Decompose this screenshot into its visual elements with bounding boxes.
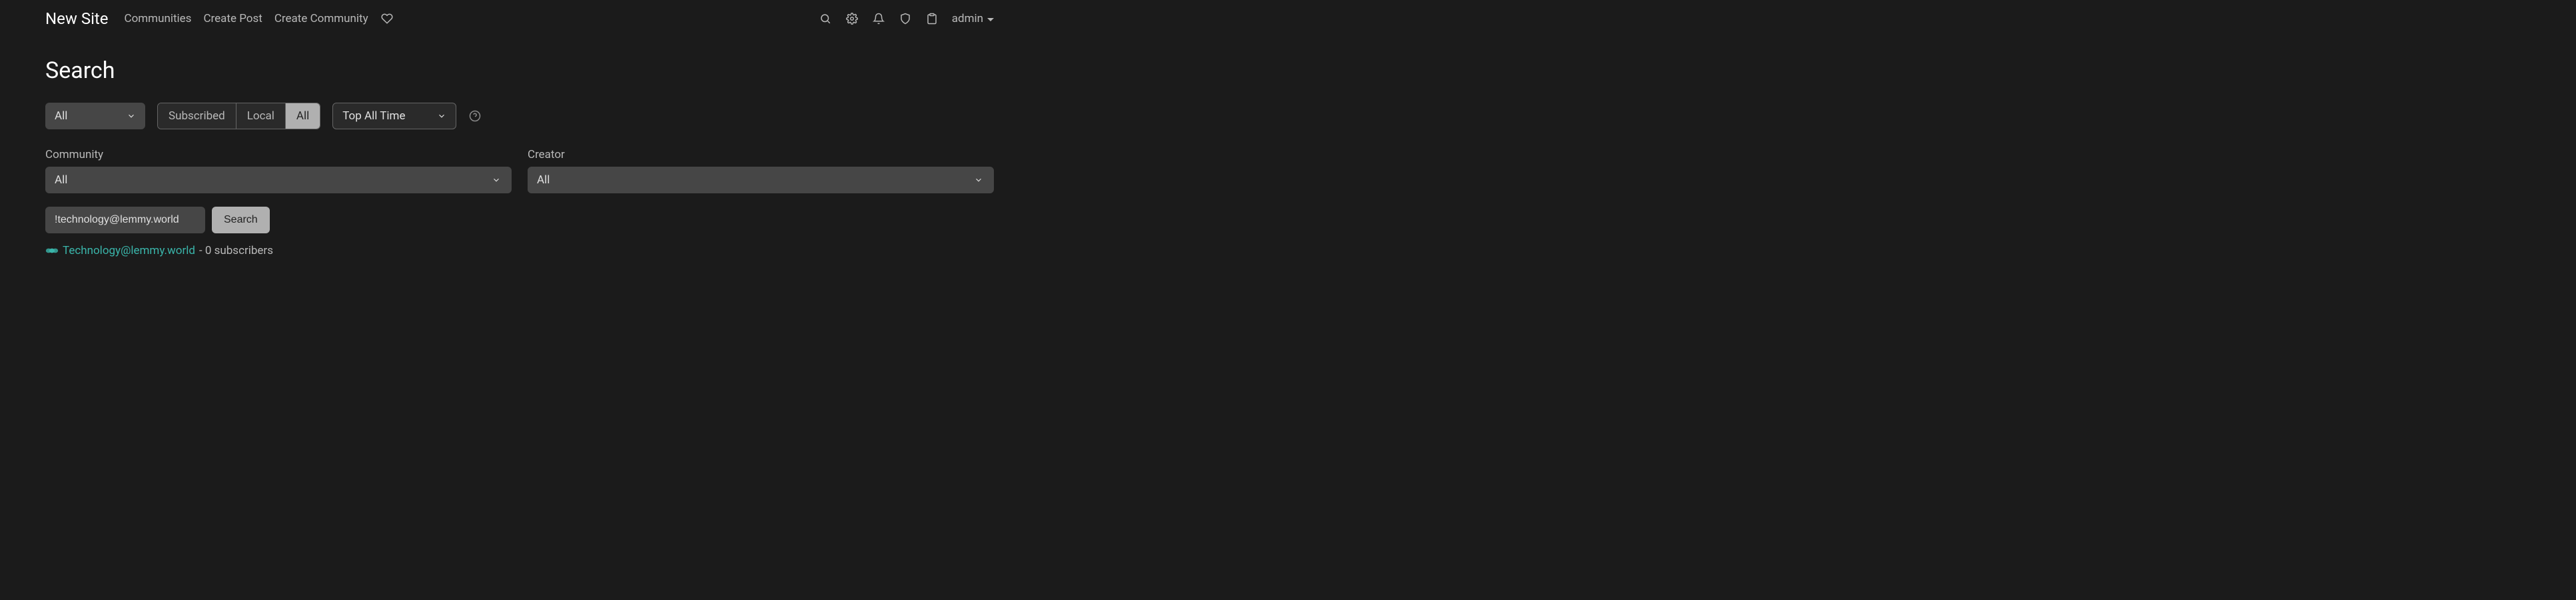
scope-subscribed[interactable]: Subscribed (158, 103, 236, 129)
user-menu[interactable]: admin (952, 12, 994, 25)
community-filter: Community All (45, 148, 512, 193)
gear-icon[interactable] (845, 12, 859, 25)
scope-local[interactable]: Local (236, 103, 286, 129)
sort-select[interactable]: Top All Time (332, 103, 456, 129)
chevron-down-icon (974, 175, 983, 185)
creator-select[interactable]: All (528, 167, 994, 193)
username-label: admin (952, 12, 983, 25)
help-icon[interactable] (468, 109, 482, 123)
community-label: Community (45, 148, 512, 161)
bell-icon[interactable] (872, 12, 885, 25)
search-row: Search (45, 207, 994, 233)
nav-communities[interactable]: Communities (125, 12, 192, 25)
scope-toggle: Subscribed Local All (157, 103, 320, 129)
community-icon (45, 246, 59, 255)
top-nav: New Site Communities Create Post Create … (0, 0, 1039, 37)
shield-icon[interactable] (899, 12, 912, 25)
sort-select-value: Top All Time (342, 109, 405, 123)
clipboard-icon[interactable] (925, 12, 939, 25)
site-brand[interactable]: New Site (45, 9, 109, 28)
page-title: Search (45, 57, 994, 84)
scope-all[interactable]: All (286, 103, 320, 129)
filter-bar: All Subscribed Local All Top All Time (45, 103, 994, 129)
nav-right: admin (819, 12, 994, 25)
type-select-value: All (55, 109, 67, 123)
heart-icon[interactable] (380, 12, 394, 25)
community-select-value: All (55, 173, 67, 187)
type-select[interactable]: All (45, 103, 145, 129)
chevron-down-icon (127, 111, 136, 121)
creator-select-value: All (537, 173, 550, 187)
creator-label: Creator (528, 148, 994, 161)
nav-create-community[interactable]: Create Community (274, 12, 368, 25)
entity-filters: Community All Creator All (45, 148, 994, 193)
community-select[interactable]: All (45, 167, 512, 193)
search-icon[interactable] (819, 12, 832, 25)
search-result: Technology@lemmy.world - 0 subscribers (45, 244, 994, 257)
result-community-link[interactable]: Technology@lemmy.world (63, 244, 195, 257)
chevron-down-icon (492, 175, 501, 185)
nav-links: Communities Create Post Create Community (125, 12, 394, 25)
result-subscribers: - 0 subscribers (199, 244, 273, 257)
chevron-down-icon (437, 111, 446, 121)
main-content: Search All Subscribed Local All Top All … (0, 37, 1039, 271)
search-button[interactable]: Search (212, 207, 270, 233)
creator-filter: Creator All (528, 148, 994, 193)
caret-down-icon (987, 18, 994, 21)
nav-create-post[interactable]: Create Post (203, 12, 262, 25)
search-input[interactable] (45, 207, 205, 233)
